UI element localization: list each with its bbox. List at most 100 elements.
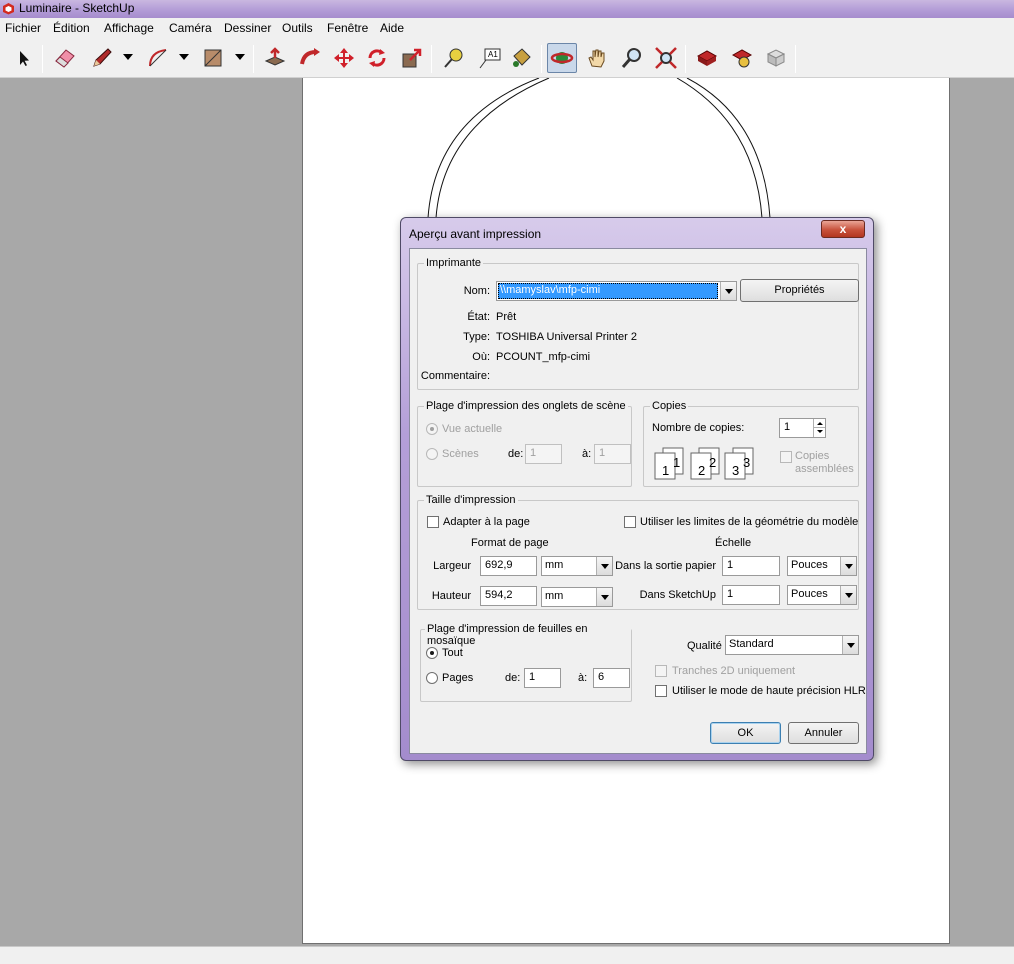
- menu-dessiner[interactable]: Dessiner: [224, 21, 271, 35]
- chevron-down-icon: [842, 636, 858, 654]
- arc-dropdown-icon[interactable]: [179, 52, 189, 62]
- print-size-title: Taille d'impression: [424, 494, 518, 506]
- rectangle-tool-button[interactable]: [198, 43, 228, 73]
- tiled-from-input[interactable]: 1: [524, 668, 561, 688]
- width-unit-select[interactable]: mm: [541, 556, 613, 576]
- scene-range-title: Plage d'impression des onglets de scène: [424, 400, 628, 412]
- scenes-radio[interactable]: [426, 448, 438, 460]
- printer-name-select[interactable]: \\mamyslav\mfp-cimi: [496, 281, 737, 301]
- arc-icon: [149, 49, 167, 67]
- printer-type-label: Type:: [463, 331, 490, 343]
- tiled-pages-label: Pages: [442, 672, 474, 684]
- collate-label-line2: assemblées: [795, 463, 854, 475]
- copy-stack-number: 1: [662, 463, 670, 478]
- components-button[interactable]: [761, 43, 791, 73]
- push-pull-icon: [264, 47, 286, 66]
- quality-label: Qualité: [687, 640, 722, 652]
- pan-tool-button[interactable]: [582, 43, 612, 73]
- in-sketchup-label: Dans SketchUp: [639, 589, 716, 601]
- copies-spinner[interactable]: [813, 419, 825, 437]
- dialog-client-area: Imprimante Nom: \\mamyslav\mfp-cimi Prop…: [409, 248, 867, 754]
- height-unit-select[interactable]: mm: [541, 587, 613, 607]
- tiled-to-input[interactable]: 6: [593, 668, 630, 688]
- menu-outils[interactable]: Outils: [282, 21, 313, 35]
- text-tool-label: A1: [488, 50, 498, 59]
- menu-affichage[interactable]: Affichage: [104, 21, 154, 35]
- hlr-mode-checkbox[interactable]: [655, 685, 667, 697]
- menu-bar: Fichier Édition Affichage Caméra Dessine…: [0, 18, 1014, 38]
- orbit-icon: [550, 52, 574, 64]
- printer-where-label: Où:: [472, 351, 490, 363]
- printer-name-value: \\mamyslav\mfp-cimi: [500, 284, 601, 296]
- text-tool-button[interactable]: A1: [474, 43, 504, 73]
- tiled-from-label: de:: [505, 672, 521, 684]
- dialog-title: Aperçu avant impression: [409, 227, 542, 241]
- tiled-range-title: Plage d'impression de feuilles en mosaïq…: [425, 623, 631, 647]
- tape-measure-tool-button[interactable]: [439, 43, 469, 73]
- copies-count-value: 1: [784, 421, 791, 433]
- follow-me-icon: [300, 48, 320, 65]
- push-pull-tool-button[interactable]: [260, 43, 290, 73]
- pencil-dropdown-icon[interactable]: [123, 52, 133, 62]
- scene-to-input[interactable]: 1: [594, 444, 631, 464]
- rotate-tool-button[interactable]: [362, 43, 392, 73]
- sketchup-logo-icon: [3, 3, 14, 15]
- scale-tool-button[interactable]: [397, 43, 427, 73]
- spin-up-down-icon: [814, 422, 825, 433]
- share-model-icon: [731, 49, 753, 68]
- printer-name-label: Nom:: [463, 285, 490, 297]
- menu-aide[interactable]: Aide: [380, 21, 404, 35]
- close-button[interactable]: x: [821, 220, 865, 238]
- model-extents-checkbox[interactable]: [624, 516, 636, 528]
- copies-title: Copies: [650, 400, 689, 412]
- select-icon: [20, 51, 29, 66]
- printer-where-value: PCOUNT_mfp-cimi: [496, 351, 591, 363]
- scale-icon: [402, 48, 422, 68]
- fit-page-checkbox[interactable]: [427, 516, 439, 528]
- width-unit-value: mm: [545, 559, 564, 571]
- title-bar: Luminaire - SketchUp: [0, 0, 1014, 18]
- chevron-down-icon: [720, 282, 736, 300]
- get-models-button[interactable]: [692, 43, 722, 73]
- menu-fichier[interactable]: Fichier: [5, 21, 41, 35]
- move-tool-button[interactable]: [329, 43, 359, 73]
- copies-count-input[interactable]: 1: [779, 418, 826, 438]
- select-tool-button[interactable]: [9, 43, 39, 73]
- current-view-radio[interactable]: [426, 423, 438, 435]
- in-sketchup-unit-select[interactable]: Pouces: [787, 585, 857, 605]
- quality-select[interactable]: Standard: [725, 635, 859, 655]
- eraser-tool-button[interactable]: [50, 43, 80, 73]
- fit-page-label: Adapter à la page: [443, 516, 530, 528]
- rectangle-dropdown-icon[interactable]: [235, 52, 245, 62]
- copy-stack-number: 2: [698, 463, 706, 478]
- collate-checkbox[interactable]: [780, 451, 792, 463]
- width-input[interactable]: 692,9: [480, 556, 537, 576]
- cancel-button[interactable]: Annuler: [788, 722, 859, 744]
- pencil-tool-button[interactable]: [87, 43, 117, 73]
- zoom-tool-button[interactable]: [617, 43, 647, 73]
- arc-tool-button[interactable]: [143, 43, 173, 73]
- in-sketchup-input[interactable]: 1: [722, 585, 780, 605]
- tiled-all-radio[interactable]: [426, 647, 438, 659]
- slices-2d-checkbox[interactable]: [655, 665, 667, 677]
- menu-edition[interactable]: Édition: [53, 21, 90, 35]
- tiled-all-label: Tout: [442, 647, 463, 659]
- orbit-tool-button[interactable]: [547, 43, 577, 73]
- share-model-button[interactable]: [727, 43, 757, 73]
- paint-bucket-tool-button[interactable]: [506, 43, 536, 73]
- zoom-extents-tool-button[interactable]: [651, 43, 681, 73]
- height-input[interactable]: 594,2: [480, 586, 537, 606]
- tiled-pages-radio[interactable]: [426, 672, 438, 684]
- ok-button[interactable]: OK: [710, 722, 781, 744]
- paper-output-unit-select[interactable]: Pouces: [787, 556, 857, 576]
- menu-fenetre[interactable]: Fenêtre: [327, 21, 368, 35]
- properties-button[interactable]: Propriétés: [740, 279, 859, 302]
- status-bar: [0, 946, 1014, 964]
- scenes-label: Scènes: [442, 448, 479, 460]
- scale-title: Échelle: [715, 537, 752, 549]
- menu-camera[interactable]: Caméra: [169, 21, 212, 35]
- tiled-range-group: Plage d'impression de feuilles en mosaïq…: [420, 623, 632, 702]
- scene-from-input[interactable]: 1: [525, 444, 562, 464]
- paper-output-input[interactable]: 1: [722, 556, 780, 576]
- follow-me-tool-button[interactable]: [295, 43, 325, 73]
